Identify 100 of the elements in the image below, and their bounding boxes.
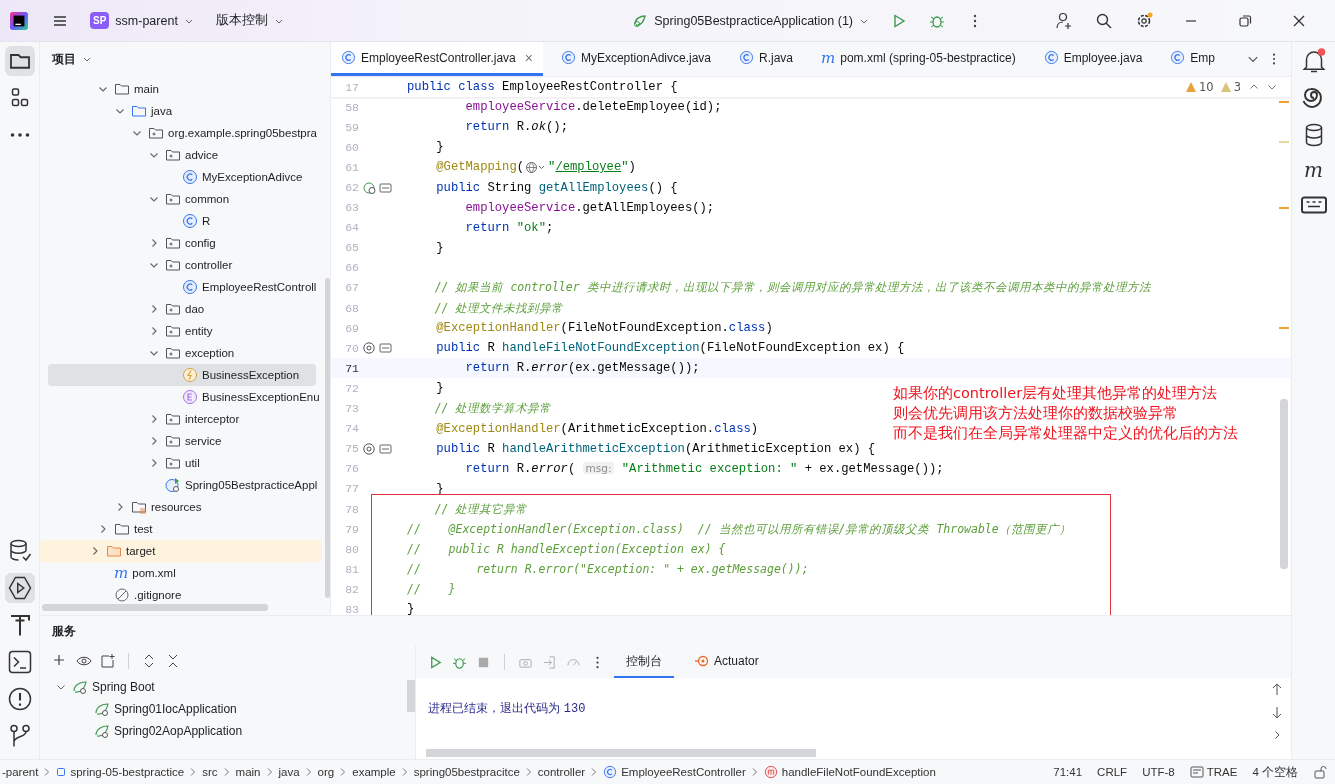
run-icon[interactable] <box>891 12 907 29</box>
chevron-right-icon[interactable] <box>90 546 100 556</box>
plugin-widget[interactable]: TRAE <box>1189 766 1238 778</box>
tree-row[interactable]: test <box>48 518 322 540</box>
breadcrumb[interactable]: -parent <box>2 766 39 778</box>
scrollbar[interactable] <box>42 604 268 611</box>
tree-row[interactable]: BusinessException <box>48 364 316 386</box>
tree-row[interactable]: common <box>48 188 322 210</box>
chevron-right-icon[interactable] <box>149 304 159 314</box>
editor-tab[interactable]: m pom.xml (spring-05-bestpractice) <box>811 42 1026 76</box>
tree-row[interactable]: dao <box>48 298 322 320</box>
panel-title[interactable]: 项目 <box>52 50 76 68</box>
editor-tab[interactable]: Emp <box>1160 42 1226 76</box>
arrow-down-icon[interactable] <box>1271 706 1283 720</box>
restore-icon[interactable] <box>1237 12 1253 29</box>
indent-setting[interactable]: 4 个空格 <box>1252 764 1298 780</box>
unlock-icon[interactable] <box>1313 765 1327 779</box>
chevron-down-icon[interactable] <box>149 348 159 358</box>
chevron-down-icon[interactable] <box>115 106 125 116</box>
chevron-down-icon[interactable] <box>149 260 159 270</box>
breadcrumb[interactable]: org <box>317 766 335 778</box>
tree-row[interactable]: util <box>48 452 322 474</box>
weak-warning-count[interactable]: 3 <box>1219 80 1241 95</box>
console-tab[interactable]: Actuator <box>683 646 771 678</box>
breadcrumb[interactable]: EmployeeRestController <box>621 766 746 778</box>
project-selector[interactable]: SP ssm-parent <box>84 8 200 33</box>
breadcrumb[interactable]: spring-05-bestpractice <box>70 766 185 778</box>
run-configuration-selector[interactable]: Spring05BestpracticeApplication (1) <box>626 8 875 33</box>
tree-row[interactable]: R <box>48 210 322 232</box>
enum-icon <box>182 389 198 405</box>
breadcrumb[interactable]: spring05bestpracitce <box>413 766 520 778</box>
breadcrumb[interactable]: handleFileNotFoundException <box>781 766 936 778</box>
editor-tab[interactable]: MyExceptionAdivce.java <box>550 42 721 76</box>
breadcrumb[interactable]: java <box>278 766 300 778</box>
chevron-down-icon[interactable] <box>132 128 142 138</box>
console-tab[interactable]: 控制台 <box>614 646 674 678</box>
tree-row[interactable]: controller <box>48 254 322 276</box>
services-icon[interactable] <box>4 573 35 603</box>
tree-row[interactable]: org.example.spring05bestpra <box>48 122 322 144</box>
folder-icon[interactable] <box>4 46 35 76</box>
web-endpoint-icon[interactable] <box>363 180 393 195</box>
chevron-right-icon[interactable] <box>149 436 159 446</box>
scrollbar[interactable] <box>407 680 415 712</box>
tree-row[interactable]: config <box>48 232 322 254</box>
new-group-icon[interactable] <box>100 653 116 669</box>
chevron-right-icon[interactable] <box>149 238 159 248</box>
tree-row[interactable]: m pom.xml <box>48 562 322 584</box>
tree-row[interactable]: interceptor <box>48 408 322 430</box>
warning-count[interactable]: 10 <box>1185 80 1214 95</box>
tree-row[interactable]: MyExceptionAdivce <box>48 166 322 188</box>
breadcrumb[interactable]: controller <box>537 766 586 778</box>
chevron-down-icon[interactable] <box>56 682 66 692</box>
code-line: public String getAllEmployees() { <box>435 180 678 195</box>
chevron-right-icon[interactable] <box>149 414 159 424</box>
chevron-right-icon[interactable] <box>149 326 159 336</box>
scrollbar[interactable] <box>426 749 816 757</box>
tree-row[interactable]: entity <box>48 320 322 342</box>
tree-row[interactable]: BusinessExceptionEnu <box>48 386 322 408</box>
tree-row[interactable]: .gitignore <box>48 584 322 606</box>
editor-tab[interactable]: R.java <box>729 42 803 76</box>
tree-row[interactable]: Spring05BestpracticeAppl <box>48 474 322 496</box>
chevron-down-icon[interactable] <box>149 194 159 204</box>
cursor-position[interactable]: 71:41 <box>1053 766 1083 778</box>
chevron-down-icon[interactable] <box>98 84 108 94</box>
vcs-menu[interactable]: 版本控制 <box>209 8 290 33</box>
chevron-right-icon[interactable] <box>98 524 108 534</box>
tree-row[interactable]: service <box>48 430 322 452</box>
chevron-right-icon[interactable] <box>115 502 125 512</box>
tree-row[interactable]: main <box>48 78 322 100</box>
app-logo-icon[interactable] <box>10 11 28 30</box>
tree-row[interactable]: exception <box>48 342 322 364</box>
service-tree-row[interactable]: Spring02AopApplication <box>40 720 403 742</box>
editor-tab[interactable]: Employee.java <box>1033 42 1153 76</box>
tree-row[interactable]: advice <box>48 144 322 166</box>
scrollbar[interactable] <box>325 278 330 598</box>
scrollbar[interactable] <box>1280 399 1288 569</box>
annotation-marker-icon[interactable] <box>363 441 393 456</box>
breadcrumb[interactable]: src <box>202 766 218 778</box>
annotation-marker-icon[interactable] <box>363 341 393 356</box>
tree-row[interactable]: java <box>48 100 322 122</box>
add-user-icon[interactable] <box>1055 11 1073 30</box>
editor-tab[interactable]: EmployeeRestController.java × <box>331 42 543 76</box>
arrow-up-icon[interactable] <box>1271 682 1283 696</box>
run-icon[interactable] <box>428 654 443 670</box>
chevron-right-icon[interactable] <box>1272 730 1282 740</box>
search-icon[interactable] <box>1095 11 1113 30</box>
close-tab-button[interactable]: × <box>524 49 533 66</box>
breadcrumb[interactable]: main <box>235 766 261 778</box>
tree-row[interactable]: resources <box>48 496 322 518</box>
chevron-right-icon[interactable] <box>149 458 159 468</box>
chevron-down-icon[interactable] <box>149 150 159 160</box>
breadcrumb[interactable]: example <box>352 766 396 778</box>
excluded-folder-row[interactable]: target <box>40 540 322 562</box>
tree-row[interactable]: EmployeeRestControll <box>48 276 322 298</box>
settings-icon[interactable] <box>1135 11 1153 30</box>
service-tree-row[interactable]: Spring Boot <box>40 676 403 698</box>
line-separator[interactable]: CRLF <box>1097 766 1128 778</box>
maven-icon[interactable]: m <box>1304 157 1323 183</box>
service-tree-row[interactable]: Spring01IocApplication <box>40 698 403 720</box>
file-encoding[interactable]: UTF-8 <box>1142 766 1175 778</box>
